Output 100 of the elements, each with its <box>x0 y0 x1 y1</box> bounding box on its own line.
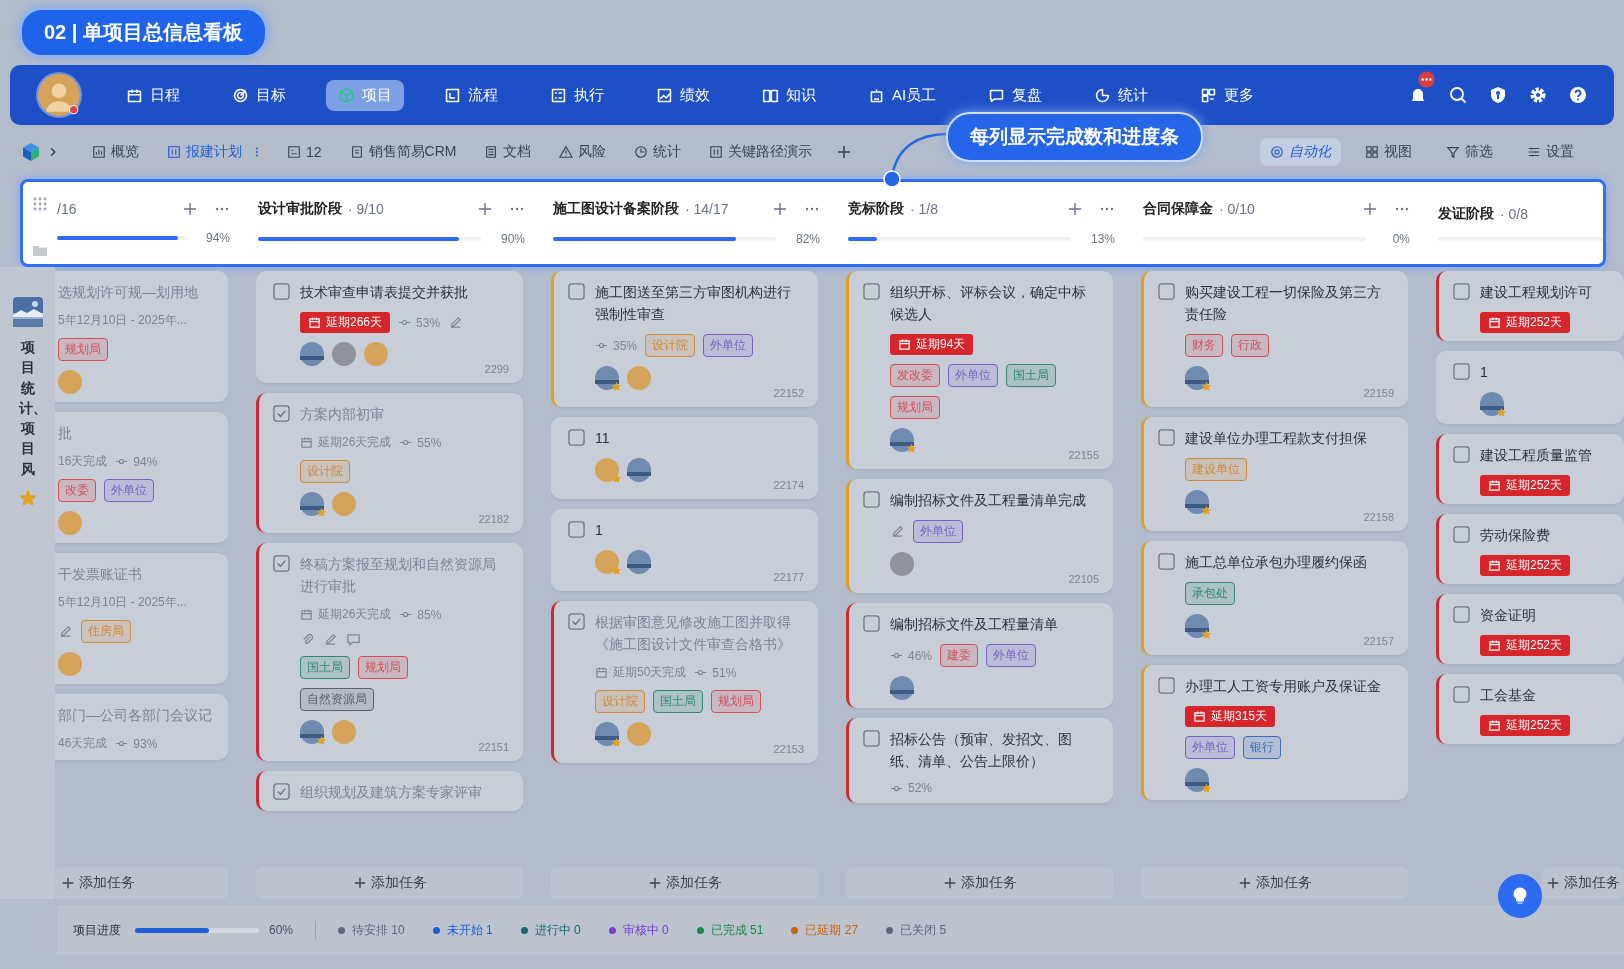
avatar[interactable] <box>300 342 324 366</box>
task-card[interactable]: 施工图送至第三方审图机构进行强制性审查 35% 设计院 外单位 22152 <box>551 271 818 407</box>
avatar[interactable] <box>595 366 619 390</box>
task-card[interactable]: 组织开标、评标会议，确定中标候选人 延期94天 发改委 外单位 国土局 规划局 22155 <box>846 271 1113 469</box>
toolbar-button[interactable]: 筛选 <box>1436 138 1503 166</box>
task-card[interactable]: 建设工程规划许可 延期252天 <box>1436 271 1624 341</box>
avatar[interactable] <box>300 492 324 516</box>
task-card[interactable]: 1 <box>1436 351 1624 424</box>
task-card[interactable]: 技术审查申请表提交并获批 延期266天 53% 2299 <box>256 271 523 383</box>
add-icon[interactable] <box>1067 201 1083 217</box>
avatar[interactable] <box>890 676 914 700</box>
toolbar-button[interactable]: 设置 <box>1517 138 1584 166</box>
view-tab[interactable]: 文档 <box>472 139 544 165</box>
task-card[interactable]: 11 22174 <box>551 417 818 499</box>
task-card[interactable]: 购买建设工程一切保险及第三方责任险 财务 行政 22159 <box>1141 271 1408 407</box>
add-task-button[interactable]: 添加任务 <box>1542 867 1624 899</box>
view-tab[interactable]: 12 <box>275 140 334 164</box>
checkbox[interactable] <box>273 405 290 422</box>
checkbox[interactable] <box>1453 446 1470 463</box>
avatar[interactable] <box>1480 392 1504 416</box>
nav-item[interactable]: 日程 <box>114 79 192 111</box>
task-card[interactable]: 建设单位办理工程款支付担保 建设单位 22158 <box>1141 417 1408 531</box>
nav-item[interactable]: 知识 <box>750 79 828 111</box>
view-tab[interactable]: 关键路径演示 <box>697 139 825 165</box>
checkbox[interactable] <box>273 783 290 800</box>
star-icon[interactable] <box>18 489 37 508</box>
checkbox[interactable] <box>1158 553 1175 570</box>
view-tab[interactable]: 统计 <box>622 139 694 165</box>
nav-item[interactable]: 复盘 <box>976 79 1055 111</box>
nav-item[interactable]: 流程 <box>432 79 510 111</box>
checkbox[interactable] <box>568 613 585 630</box>
edit-icon[interactable] <box>323 632 338 647</box>
avatar[interactable] <box>1185 490 1209 514</box>
task-card[interactable]: 招标公告（预审、发招文、图纸、清单、公告上限价） 52% <box>846 718 1113 803</box>
edit-icon[interactable] <box>890 524 905 539</box>
view-tab[interactable]: 销售简易CRM <box>337 139 469 165</box>
nav-item[interactable]: 绩效 <box>644 79 722 111</box>
avatar[interactable] <box>890 428 914 452</box>
checkbox[interactable] <box>1158 677 1175 694</box>
checkbox[interactable] <box>1453 363 1470 380</box>
nav-item[interactable]: 目标 <box>220 79 298 111</box>
checkbox[interactable] <box>1453 606 1470 623</box>
edit-icon[interactable] <box>58 624 73 639</box>
avatar[interactable] <box>595 722 619 746</box>
nav-item[interactable]: 更多 <box>1188 79 1267 111</box>
search-icon[interactable] <box>1448 85 1468 105</box>
add-icon[interactable] <box>182 201 198 217</box>
avatar[interactable] <box>627 458 651 482</box>
checkbox[interactable] <box>568 521 585 538</box>
cube-icon[interactable] <box>20 141 42 163</box>
nav-item[interactable]: AI员工 <box>856 79 949 111</box>
assistant-button[interactable] <box>1498 874 1542 918</box>
nav-item[interactable]: 统计 <box>1082 79 1161 111</box>
checkbox[interactable] <box>863 730 880 747</box>
add-icon[interactable] <box>477 201 493 217</box>
view-tab[interactable]: 风险 <box>547 139 619 165</box>
avatar[interactable] <box>627 550 651 574</box>
side-label[interactable]: 项目统计、项目风 <box>18 337 37 480</box>
view-tab[interactable]: 概览 <box>80 139 151 165</box>
avatar[interactable] <box>1185 768 1209 792</box>
task-card[interactable]: 劳动保险费 延期252天 <box>1436 514 1624 584</box>
add-task-button[interactable]: 添加任务 <box>1141 867 1408 899</box>
edit-icon[interactable] <box>448 315 464 330</box>
task-card[interactable]: 资金证明 延期252天 <box>1436 594 1624 664</box>
avatar[interactable] <box>1185 366 1209 390</box>
checkbox[interactable] <box>1453 526 1470 543</box>
checkbox[interactable] <box>863 491 880 508</box>
task-card[interactable]: 1 22177 <box>551 509 818 591</box>
add-icon[interactable] <box>836 144 853 160</box>
add-task-button[interactable]: 添加任务 <box>551 867 818 899</box>
task-card[interactable]: 编制招标文件及工程量清单 46% 建委 外单位 <box>846 603 1113 708</box>
avatar[interactable] <box>36 72 82 118</box>
toolbar-button[interactable]: 视图 <box>1355 138 1422 166</box>
checkbox[interactable] <box>863 615 880 632</box>
checkbox[interactable] <box>568 283 585 300</box>
checkbox[interactable] <box>1453 283 1470 300</box>
checkbox[interactable] <box>1158 283 1175 300</box>
drag-handle-icon[interactable] <box>32 196 48 212</box>
add-icon[interactable] <box>772 201 788 217</box>
settings-icon[interactable] <box>1528 85 1548 105</box>
task-card[interactable]: 施工总单位承包办理履约保函 承包处 22157 <box>1141 541 1408 655</box>
task-card[interactable]: 办理工人工资专用账户及保证金 延期315天 外单位 银行 <box>1141 665 1408 800</box>
comment-icon[interactable] <box>346 632 361 647</box>
add-task-button[interactable]: 添加任务 <box>846 867 1113 899</box>
add-task-button[interactable]: 添加任务 <box>256 867 523 899</box>
toolbar-button[interactable]: 自动化 <box>1260 138 1341 166</box>
shield-icon[interactable] <box>1488 85 1508 105</box>
nav-item[interactable]: 执行 <box>538 79 616 111</box>
more-icon[interactable] <box>255 146 259 158</box>
add-icon[interactable] <box>1362 201 1378 217</box>
checkbox[interactable] <box>863 283 880 300</box>
add-task-button[interactable]: 添加任务 <box>55 867 228 899</box>
checkbox[interactable] <box>568 429 585 446</box>
task-card[interactable]: 建设工程质量监管 延期252天 <box>1436 434 1624 504</box>
checkbox[interactable] <box>273 283 290 300</box>
checkbox[interactable] <box>1158 429 1175 446</box>
checkbox[interactable] <box>1453 686 1470 703</box>
help-icon[interactable] <box>1568 85 1588 105</box>
task-card[interactable]: 编制招标文件及工程量清单完成 外单位 22105 <box>846 479 1113 593</box>
checkbox[interactable] <box>273 555 290 572</box>
